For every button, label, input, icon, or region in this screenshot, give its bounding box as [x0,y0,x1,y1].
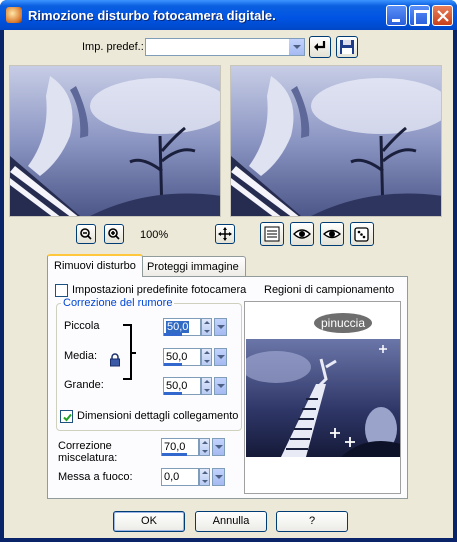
zoom-in-icon [108,228,120,240]
tab-protect-image[interactable]: Proteggi immagine [140,256,246,277]
preview-toggle-button[interactable] [290,222,314,246]
pan-button[interactable] [215,224,235,244]
watermark-text: pinuccia [321,316,365,330]
chevron-down-icon[interactable] [212,468,225,486]
updown-arrows-icon[interactable] [201,348,212,366]
eye-icon [322,229,342,239]
help-button[interactable]: ? [276,511,348,532]
preview-options-button[interactable] [260,222,284,246]
ok-button[interactable]: OK [113,511,185,532]
watermark-badge: pinuccia [314,313,372,333]
large-label: Grande: [64,379,104,391]
checkmark-icon [63,413,72,422]
show-preview-button[interactable] [320,222,344,246]
small-spinner[interactable]: 50,0 [163,318,227,338]
small-value: 50,0 [166,321,190,333]
blend-level-bar [162,453,187,456]
preview-image [10,66,220,216]
link-detail-sizes-label: Dimensioni dettagli collegamento [77,410,239,422]
small-level-bar [164,333,182,336]
large-value: 50,0 [166,380,188,392]
floppy-disk-icon [340,40,354,54]
sampling-regions-view[interactable]: pinuccia [244,301,401,494]
chevron-down-icon[interactable] [212,438,225,456]
medium-label: Media: [64,350,98,362]
updown-arrows-icon[interactable] [201,377,212,395]
cancel-button[interactable]: Annulla [195,511,267,532]
zoom-out-button[interactable] [76,224,96,244]
sharpen-label: Messa a fuoco: [58,471,133,483]
sharpen-value-field[interactable]: 0,0 [161,468,199,486]
noise-correction-group: Correzione del rumore Piccola Media: Gra… [56,297,242,431]
sampling-regions-label: Regioni di campionamento [264,284,395,296]
eye-icon [293,229,311,239]
large-level-bar [164,392,182,395]
dialog-body: Imp. predef.: 100% Rimuovi disturbo Prot… [4,30,453,538]
preset-dropdown[interactable] [145,38,305,56]
preview-before-image[interactable] [9,65,221,217]
maximize-button[interactable] [409,5,430,26]
chevron-down-icon[interactable] [288,39,304,55]
sharpen-value: 0,0 [164,471,180,483]
sampling-image [246,339,400,457]
app-icon [6,7,22,23]
blend-value: 70,0 [164,441,186,453]
close-button[interactable] [432,5,453,26]
blend-label-line2: miscelatura: [58,452,118,464]
undo-arrow-icon [314,41,326,51]
updown-arrows-icon[interactable] [199,438,210,456]
preset-label: Imp. predef.: [82,41,144,53]
save-preset-button[interactable] [336,36,358,58]
close-icon [437,10,449,22]
zoom-level: 100% [140,229,169,241]
medium-value: 50,0 [166,351,188,363]
list-icon [264,226,280,242]
sharpen-spinner[interactable]: 0,0 [161,468,225,488]
minimize-button[interactable] [386,5,407,26]
lock-icon[interactable] [109,353,121,367]
dialog-window: Rimozione disturbo fotocamera digitale. … [0,0,457,542]
reset-default-button[interactable] [309,36,331,58]
preview-image [231,66,441,216]
randomize-button[interactable] [350,222,374,246]
camera-presets-checkbox[interactable] [55,284,68,297]
blend-correction-label: Correzione miscelatura: [58,440,117,464]
dice-icon [354,227,369,242]
chevron-down-icon[interactable] [214,348,227,366]
medium-spinner[interactable]: 50,0 [163,348,227,368]
chevron-down-icon[interactable] [214,318,227,336]
title-bar[interactable]: Rimozione disturbo fotocamera digitale. [0,0,457,30]
link-bracket [123,324,136,380]
group-title: Correzione del rumore [61,297,175,309]
small-label: Piccola [64,320,100,332]
chevron-down-icon[interactable] [214,377,227,395]
zoom-in-button[interactable] [104,224,124,244]
camera-presets-label: Impostazioni predefinite fotocamera [72,284,247,296]
large-spinner[interactable]: 50,0 [163,377,227,397]
zoom-out-icon [80,228,92,240]
blend-label-line1: Correzione [58,440,112,452]
blend-spinner[interactable]: 70,0 [161,438,225,458]
move-arrows-icon [218,227,232,241]
link-detail-sizes-checkbox[interactable] [60,410,73,423]
tab-remove-noise[interactable]: Rimuovi disturbo [47,254,143,277]
medium-level-bar [164,363,182,366]
noise-tab-panel: Impostazioni predefinite fotocamera Corr… [47,276,408,499]
updown-arrows-icon[interactable] [201,318,212,336]
preview-after-image[interactable] [230,65,442,217]
window-title: Rimozione disturbo fotocamera digitale. [28,8,276,23]
updown-arrows-icon[interactable] [199,468,210,486]
